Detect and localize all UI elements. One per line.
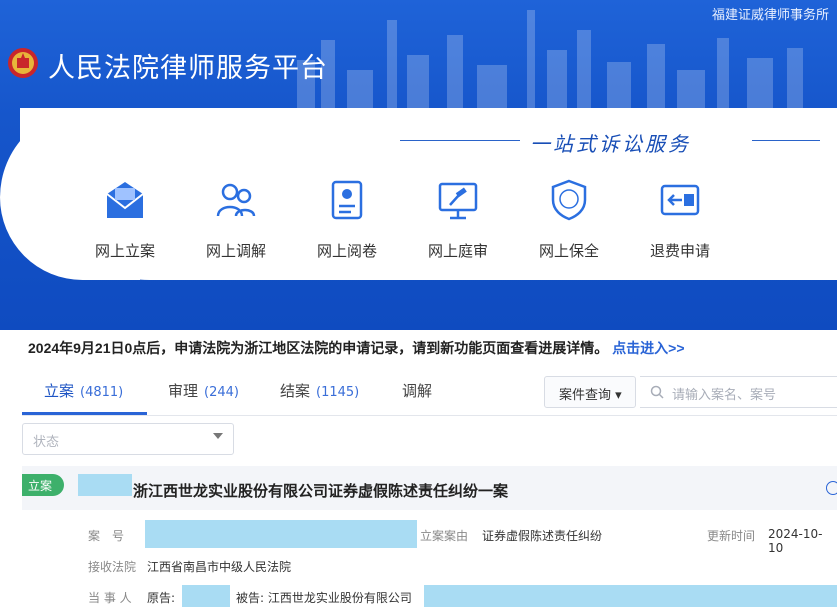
service-label: 网上庭审 — [427, 243, 488, 260]
tab-label: 结案 — [280, 382, 311, 400]
service-label: 网上保全 — [538, 243, 599, 260]
people-icon — [216, 183, 256, 217]
service-label: 退费申请 — [649, 243, 710, 260]
status-placeholder: 状态 — [33, 435, 60, 450]
service-online-filing[interactable]: 网上立案 — [70, 178, 180, 268]
header-banner: 福建证威律师事务所 人民法院律师服务平台 一站式诉讼服务 网上立案 网上调解 网… — [0, 0, 837, 330]
chevron-down-icon — [213, 433, 223, 439]
caret-down-icon: ▾ — [615, 388, 622, 403]
court-emblem-icon — [8, 48, 38, 78]
tab-label: 审理 — [168, 382, 199, 400]
service-online-hearing[interactable]: 网上庭审 — [403, 178, 513, 268]
redacted-parties — [424, 585, 837, 607]
slogan-text: 一站式诉讼服务 — [530, 132, 691, 156]
refund-icon — [660, 184, 700, 216]
status-badge: 立案 — [22, 474, 64, 496]
tab-review[interactable]: 审理 (244) — [168, 380, 239, 401]
status-select[interactable]: 状态 — [22, 423, 234, 455]
envelope-icon — [106, 182, 144, 218]
service-refund-request[interactable]: 退费申请 — [625, 178, 735, 268]
notice-bar: 2024年9月21日0点后，申请法院为浙江地区法院的申请记录，请到新功能页面查看… — [28, 338, 685, 358]
case-number-label: 案 号 — [88, 529, 125, 543]
service-label: 网上立案 — [94, 243, 155, 260]
updated-value: 2024-10-10 — [768, 527, 823, 555]
service-label: 网上调解 — [205, 243, 266, 260]
tab-mediation[interactable]: 调解 — [402, 380, 432, 401]
tab-closed[interactable]: 结案 (1145) — [280, 380, 359, 401]
tab-count: (4811) — [80, 385, 124, 400]
case-title[interactable]: 浙江西世龙实业股份有限公司证券虚假陈述责任纠纷一案 — [133, 480, 508, 501]
search-placeholder: 请输入案名、案号 — [672, 388, 777, 403]
tab-label: 立案 — [44, 382, 75, 400]
redacted-case-number — [145, 520, 417, 548]
search-icon — [650, 385, 664, 399]
info-icon[interactable] — [826, 481, 837, 495]
case-query-dropdown[interactable]: 案件查询 ▾ — [544, 376, 636, 408]
service-online-mediation[interactable]: 网上调解 — [181, 178, 291, 268]
defendant-text: 被告: 江西世龙实业股份有限公司 — [236, 591, 412, 605]
redacted-plaintiff — [182, 585, 230, 607]
updated-label: 更新时间 — [707, 529, 756, 543]
service-label: 网上阅卷 — [316, 243, 377, 260]
law-firm-name: 福建证威律师事务所 — [711, 8, 829, 23]
document-icon — [331, 180, 363, 220]
party-label: 当 事 人 — [88, 591, 132, 605]
tabs-divider — [22, 415, 837, 416]
redacted-block — [78, 474, 132, 496]
slogan-banner: 一站式诉讼服务 — [400, 126, 820, 156]
tab-count: (1145) — [316, 385, 360, 400]
case-tabs: 立案 (4811) 审理 (244) 结案 (1145) 调解 — [22, 372, 542, 416]
cause-value: 证券虚假陈述责任纠纷 — [482, 529, 603, 543]
court-label: 接收法院 — [88, 560, 137, 574]
gavel-screen-icon — [438, 182, 478, 220]
plaintiff-label: 原告: — [147, 591, 176, 605]
tab-count: (244) — [204, 385, 239, 400]
court-value: 江西省南昌市中级人民法院 — [147, 560, 292, 574]
case-search-input[interactable]: 请输入案名、案号 — [640, 376, 837, 408]
cause-label: 立案案由 — [420, 529, 469, 543]
tab-filing[interactable]: 立案 (4811) — [44, 380, 123, 401]
shield-icon — [551, 179, 587, 221]
service-online-preservation[interactable]: 网上保全 — [514, 178, 624, 268]
service-online-reading[interactable]: 网上阅卷 — [292, 178, 402, 268]
tab-label: 调解 — [402, 382, 433, 400]
notice-enter-link[interactable]: 点击进入>> — [612, 340, 684, 356]
notice-text: 2024年9月21日0点后，申请法院为浙江地区法院的申请记录，请到新功能页面查看… — [28, 340, 609, 356]
case-query-label: 案件查询 — [559, 388, 612, 403]
platform-title: 人民法院律师服务平台 — [48, 53, 328, 84]
